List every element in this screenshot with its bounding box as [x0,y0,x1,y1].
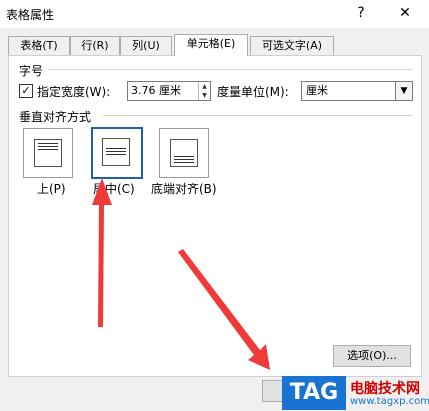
watermark-url: www.tagxp.com [350,396,429,407]
arrow-up-shape [92,178,112,327]
annotation-arrows [92,178,270,370]
arrow-down-shape [178,249,270,370]
watermark-title: 电脑技术网 [350,381,420,397]
tab-cell[interactable]: 单元格(E) [174,34,248,56]
watermark-logo: TAG [282,376,346,410]
